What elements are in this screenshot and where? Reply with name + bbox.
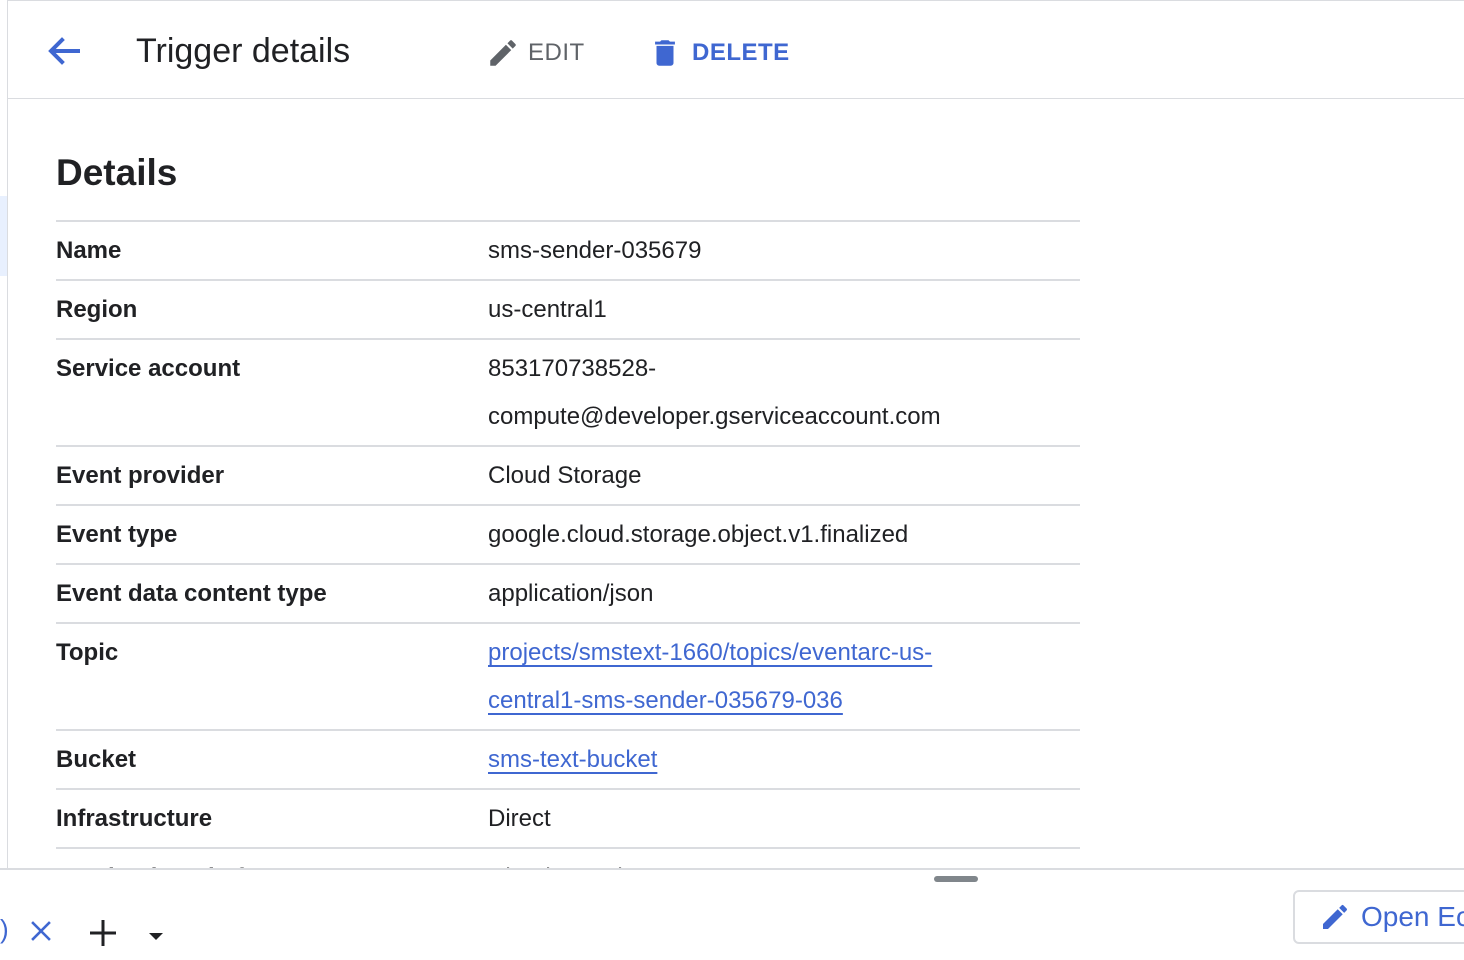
details-value: Direct bbox=[488, 789, 1080, 849]
details-value: us-central1 bbox=[488, 280, 1080, 340]
close-icon bbox=[31, 921, 51, 941]
details-key: Name bbox=[56, 221, 488, 281]
details-row-destination-platform: Destination platform Cloud Functions bbox=[56, 848, 1080, 868]
trash-icon bbox=[655, 40, 675, 66]
delete-button-label: DELETE bbox=[692, 39, 790, 66]
arrow-back-icon bbox=[48, 37, 80, 65]
details-row-event-type: Event type google.cloud.storage.object.v… bbox=[56, 505, 1080, 565]
tab-menu-dropdown[interactable] bbox=[144, 924, 168, 948]
pencil-icon bbox=[490, 40, 516, 66]
add-tab-button[interactable] bbox=[86, 916, 120, 950]
details-key: Event provider bbox=[56, 446, 488, 506]
details-key: Destination platform bbox=[56, 848, 488, 868]
details-value: 853170738528- compute@developer.gservice… bbox=[488, 339, 1080, 447]
details-row-bucket: Bucket sms-text-bucket bbox=[56, 730, 1080, 790]
open-editor-label: Open Ec bbox=[1361, 901, 1464, 932]
topic-link-line-1[interactable]: projects/smstext-1660/topics/eventarc-us… bbox=[488, 639, 932, 666]
details-value: application/json bbox=[488, 564, 1080, 624]
details-value: sms-sender-035679 bbox=[488, 221, 1080, 281]
page-header: Trigger details EDIT DELETE bbox=[8, 1, 1464, 99]
topic-link-line-2[interactable]: central1-sms-sender-035679-036 bbox=[488, 687, 843, 714]
details-key: Service account bbox=[56, 339, 488, 447]
details-row-service-account: Service account 853170738528- compute@de… bbox=[56, 339, 1080, 447]
caret-down-icon bbox=[149, 933, 163, 940]
details-key: Event type bbox=[56, 505, 488, 565]
details-row-region: Region us-central1 bbox=[56, 280, 1080, 340]
edit-button-label: EDIT bbox=[528, 39, 585, 66]
details-row-event-data-content-type: Event data content type application/json bbox=[56, 564, 1080, 624]
details-value: google.cloud.storage.object.v1.finalized bbox=[488, 505, 1080, 565]
left-rail bbox=[0, 0, 8, 868]
open-editor-button[interactable]: Open Ec bbox=[1293, 890, 1464, 944]
resize-handle[interactable] bbox=[934, 876, 978, 882]
bucket-link[interactable]: sms-text-bucket bbox=[488, 746, 657, 773]
details-row-infrastructure: Infrastructure Direct bbox=[56, 789, 1080, 849]
details-key: Topic bbox=[56, 623, 488, 731]
edit-button[interactable]: EDIT bbox=[486, 35, 585, 71]
plus-icon bbox=[90, 920, 116, 946]
details-value: sms-text-bucket bbox=[488, 730, 1080, 790]
details-value: Cloud Storage bbox=[488, 446, 1080, 506]
service-account-line-1: 853170738528- bbox=[488, 355, 657, 382]
details-table: Name sms-sender-035679 Region us-central… bbox=[56, 220, 1080, 868]
details-row-topic: Topic projects/smstext-1660/topics/event… bbox=[56, 623, 1080, 731]
details-row-event-provider: Event provider Cloud Storage bbox=[56, 446, 1080, 506]
pencil-icon bbox=[1323, 904, 1348, 929]
left-rail-selected-marker bbox=[0, 196, 7, 276]
close-tab-button[interactable] bbox=[28, 918, 54, 944]
terminal-tab-bar: ) Open Ec bbox=[0, 868, 1464, 960]
details-value: Cloud Functions bbox=[488, 848, 1080, 868]
page-title: Trigger details bbox=[136, 32, 351, 70]
details-key: Bucket bbox=[56, 730, 488, 790]
service-account-line-2: compute@developer.gserviceaccount.com bbox=[488, 403, 941, 430]
details-value: projects/smstext-1660/topics/eventarc-us… bbox=[488, 623, 1080, 731]
back-button[interactable] bbox=[44, 31, 84, 71]
details-key: Region bbox=[56, 280, 488, 340]
tab-label-fragment[interactable]: ) bbox=[0, 914, 9, 945]
details-key: Infrastructure bbox=[56, 789, 488, 849]
delete-button[interactable]: DELETE bbox=[648, 35, 790, 71]
details-row-name: Name sms-sender-035679 bbox=[56, 221, 1080, 281]
details-panel: Details Name sms-sender-035679 Region us… bbox=[8, 99, 1464, 868]
details-key: Event data content type bbox=[56, 564, 488, 624]
details-section-title: Details bbox=[56, 152, 178, 193]
